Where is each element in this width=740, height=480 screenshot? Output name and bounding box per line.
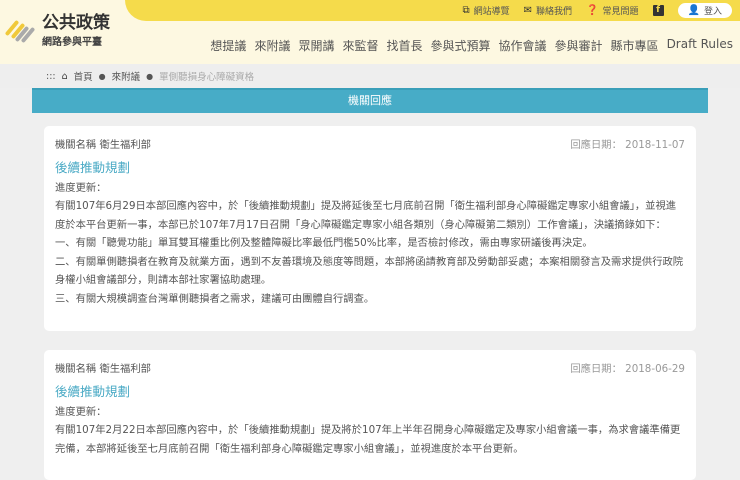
question-icon: ❓	[586, 5, 599, 16]
site-title: 公共政策	[42, 13, 110, 33]
facebook-icon[interactable]: f	[652, 5, 664, 16]
faq-link[interactable]: ❓ 常見問題	[586, 4, 638, 17]
site-logo[interactable]: 公共政策 網路參與平臺	[4, 13, 110, 48]
breadcrumb: ::: ⌂ 首頁 ● 來附議 ● 單側聽損身心障礙資格	[0, 64, 740, 88]
response-paragraph: 有關107年2月22日本部回應內容中，於「後續推動規劃」提及將於107年上半年召…	[55, 424, 681, 455]
progress-label: 進度更新：	[55, 405, 107, 418]
nav-item[interactable]: Draft Rules	[667, 37, 733, 54]
breadcrumb-separator: ●	[146, 71, 154, 81]
breadcrumb-current: 單側聽損身心障礙資格	[159, 72, 255, 83]
nav-item[interactable]: 參與審計	[555, 37, 603, 54]
nav-item[interactable]: 協作會議	[499, 37, 547, 54]
breadcrumb-separator: ●	[98, 71, 106, 81]
response-card: 機關名稱 衛生福利部 回應日期： 2018-06-29 後續推動規劃 進度更新： …	[44, 350, 696, 480]
response-paragraph: 二、有關單側聽損者在教育及就業方面，遇到不友善環境及態度等問題，本部將函請教育部…	[55, 255, 684, 287]
user-icon: 👤	[687, 5, 700, 16]
site-subtitle: 網路參與平臺	[42, 37, 102, 48]
progress-label: 進度更新：	[55, 181, 107, 194]
breadcrumb-level1[interactable]: 來附議	[112, 69, 141, 83]
nav-item[interactable]: 來附議	[254, 37, 290, 54]
sitemap-icon: ⧉	[462, 5, 470, 16]
breadcrumb-home[interactable]: 首頁	[74, 69, 93, 83]
home-icon: ⌂	[61, 70, 68, 82]
nav-item[interactable]: 來監督	[342, 37, 378, 54]
response-date: 回應日期： 2018-06-29	[570, 363, 685, 375]
response-paragraph: 有關107年6月29日本部回應內容中，於「後續推動規劃」提及將延後至七月底前召開…	[55, 200, 677, 231]
agency-name: 機關名稱 衛生福利部	[55, 139, 151, 151]
utility-bar: ⧉ 網站導覽 ✉ 聯絡我們 ❓ 常見問題 f 👤 登入	[125, 0, 740, 21]
nav-item[interactable]: 眾開講	[298, 37, 334, 54]
response-paragraph: 一、有關「聽覺功能」單耳雙耳權重比例及整體障礙比率最低門檻50%比率，是否檢討修…	[55, 237, 593, 249]
agency-name: 機關名稱 衛生福利部	[55, 363, 151, 375]
response-date: 回應日期： 2018-11-07	[570, 139, 685, 151]
contact-link[interactable]: ✉ 聯絡我們	[524, 4, 572, 17]
logo-mark-icon	[4, 17, 36, 45]
mail-icon: ✉	[523, 5, 533, 16]
response-paragraph: 三、有關大規模調查台灣單側聽損者之需求，建議可由團體自行調查。	[55, 292, 375, 305]
sitemap-link[interactable]: ⧉ 網站導覽	[463, 4, 510, 17]
site-header: ⧉ 網站導覽 ✉ 聯絡我們 ❓ 常見問題 f 👤 登入 公共政策 網路參與平臺 想提議 …	[0, 0, 740, 64]
login-button[interactable]: 👤 登入	[677, 3, 732, 18]
nav-item[interactable]: 縣市專區	[611, 37, 659, 54]
panel-title: 機關回應	[32, 88, 708, 113]
response-subtitle: 後續推動規劃	[55, 159, 131, 175]
nav-item[interactable]: 找首長	[386, 37, 422, 54]
breadcrumb-anchor-icon: :::	[46, 70, 56, 82]
nav-item[interactable]: 想提議	[210, 37, 246, 54]
response-subtitle: 後續推動規劃	[55, 383, 131, 399]
main-nav: 想提議 來附議 眾開講 來監督 找首長 參與式預算 協作會議 參與審計 縣市專區…	[210, 37, 733, 54]
nav-item[interactable]: 參與式預算	[431, 37, 491, 54]
response-card: 機關名稱 衛生福利部 回應日期： 2018-11-07 後續推動規劃 進度更新： …	[44, 126, 696, 331]
